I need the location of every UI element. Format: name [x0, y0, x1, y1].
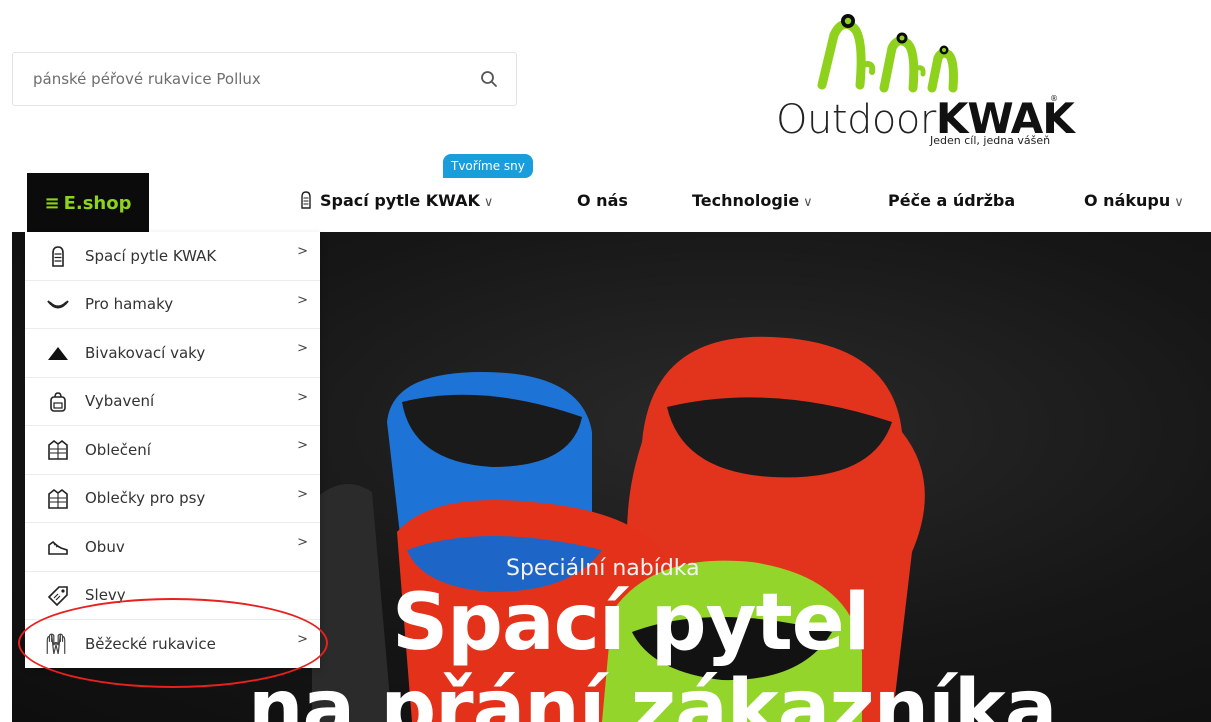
main-navigation: ≡ E.shop Tvoříme sny Spací pytle KWAK ∨ O… [0, 154, 1211, 233]
search-box[interactable] [12, 52, 517, 106]
search-icon[interactable] [480, 70, 498, 88]
nav-item-o-nas[interactable]: O nás [577, 191, 628, 210]
menu-item-spaci-pytle[interactable]: Spací pytle KWAK > [25, 232, 320, 281]
chevron-right-icon: > [297, 244, 308, 259]
shoe-icon [48, 540, 68, 555]
nav-item-o-nakupu-label: O nákupu [1084, 191, 1171, 210]
tvorime-sny-badge: Tvoříme sny [443, 154, 533, 178]
chevron-right-icon: > [297, 486, 308, 502]
menu-item-obuv[interactable]: Obuv > [25, 523, 320, 572]
hero-title-line1: Spací pytel [392, 578, 870, 668]
chevron-down-icon: ∨ [483, 195, 494, 210]
chevron-right-icon: > [297, 292, 308, 308]
dog-jacket-icon [48, 488, 68, 509]
outdoorkwak-logo[interactable]: OutdoorKWAK ® Jeden cíl, jedna vášeň [772, 10, 1075, 150]
sleeping-bag-icon [52, 246, 64, 267]
price-tag-icon [47, 585, 68, 606]
nav-item-technologie[interactable]: Technologie ∨ [692, 191, 813, 210]
menu-item-label: Oblečení [85, 440, 151, 459]
menu-item-vybaveni[interactable]: Vybavení > [25, 378, 320, 426]
menu-item-bivakovaci-vaky[interactable]: Bivakovací vaky > [25, 329, 320, 378]
chevron-down-icon: ∨ [1174, 195, 1184, 210]
hamburger-icon: ≡ [44, 192, 60, 214]
tent-icon [48, 347, 68, 360]
chevron-right-icon: > [297, 438, 308, 453]
search-input[interactable] [33, 53, 463, 105]
menu-item-oblecky-pro-psy[interactable]: Oblečky pro psy > [25, 475, 320, 523]
backpack-icon [50, 391, 66, 412]
logo-tagline: Jeden cíl, jedna vášeň [930, 134, 1051, 147]
menu-item-label: Vybavení [85, 392, 155, 411]
menu-item-label: Spací pytle KWAK [85, 246, 217, 265]
chevron-right-icon: > [297, 632, 308, 647]
menu-item-label: Oblečky pro psy [85, 489, 206, 508]
chevron-right-icon: > [297, 389, 308, 405]
menu-item-obleceni[interactable]: Oblečení > [25, 426, 320, 475]
nav-item-pece-a-udrzba[interactable]: Péče a údržba [888, 191, 1015, 210]
nav-item-technologie-label: Technologie [692, 191, 800, 210]
hero-title-line2: na přání zákazníka [248, 664, 1057, 722]
chevron-right-icon: > [297, 341, 308, 356]
nav-item-pece-label: Péče a údržba [888, 191, 1016, 210]
gloves-icon [46, 633, 66, 654]
chevron-right-icon: > [297, 535, 308, 550]
eshop-label: E.shop [63, 192, 132, 214]
nav-item-o-nakupu[interactable]: O nákupu ∨ [1084, 191, 1184, 210]
logo-registered-mark: ® [1050, 94, 1058, 103]
menu-item-slevy[interactable]: Slevy [25, 572, 320, 620]
jacket-icon [48, 439, 68, 460]
sleeping-bag-icon [301, 191, 311, 209]
frog-logo-icon [817, 14, 958, 93]
menu-item-label: Slevy [85, 586, 126, 605]
eshop-menu-button[interactable]: ≡ E.shop [27, 173, 149, 233]
menu-item-label: Obuv [85, 537, 125, 556]
menu-item-pro-hamaky[interactable]: Pro hamaky > [25, 281, 320, 329]
eshop-category-dropdown: Spací pytle KWAK > Pro hamaky > Bivakova… [25, 232, 320, 668]
menu-item-label: Pro hamaky [85, 295, 174, 314]
chevron-down-icon: ∨ [803, 195, 813, 210]
menu-item-label: Běžecké rukavice [85, 635, 216, 654]
nav-item-spaci-pytle[interactable]: Spací pytle KWAK ∨ [298, 191, 493, 210]
logo-word-outdoor: Outdoor [776, 97, 936, 143]
menu-item-bezecke-rukavice[interactable]: Běžecké rukavice > [25, 620, 320, 669]
nav-item-spaci-pytle-label: Spací pytle KWAK [320, 191, 480, 210]
menu-item-label: Bivakovací vaky [85, 343, 206, 362]
nav-item-o-nas-label: O nás [577, 191, 628, 210]
hammock-icon [47, 299, 69, 308]
